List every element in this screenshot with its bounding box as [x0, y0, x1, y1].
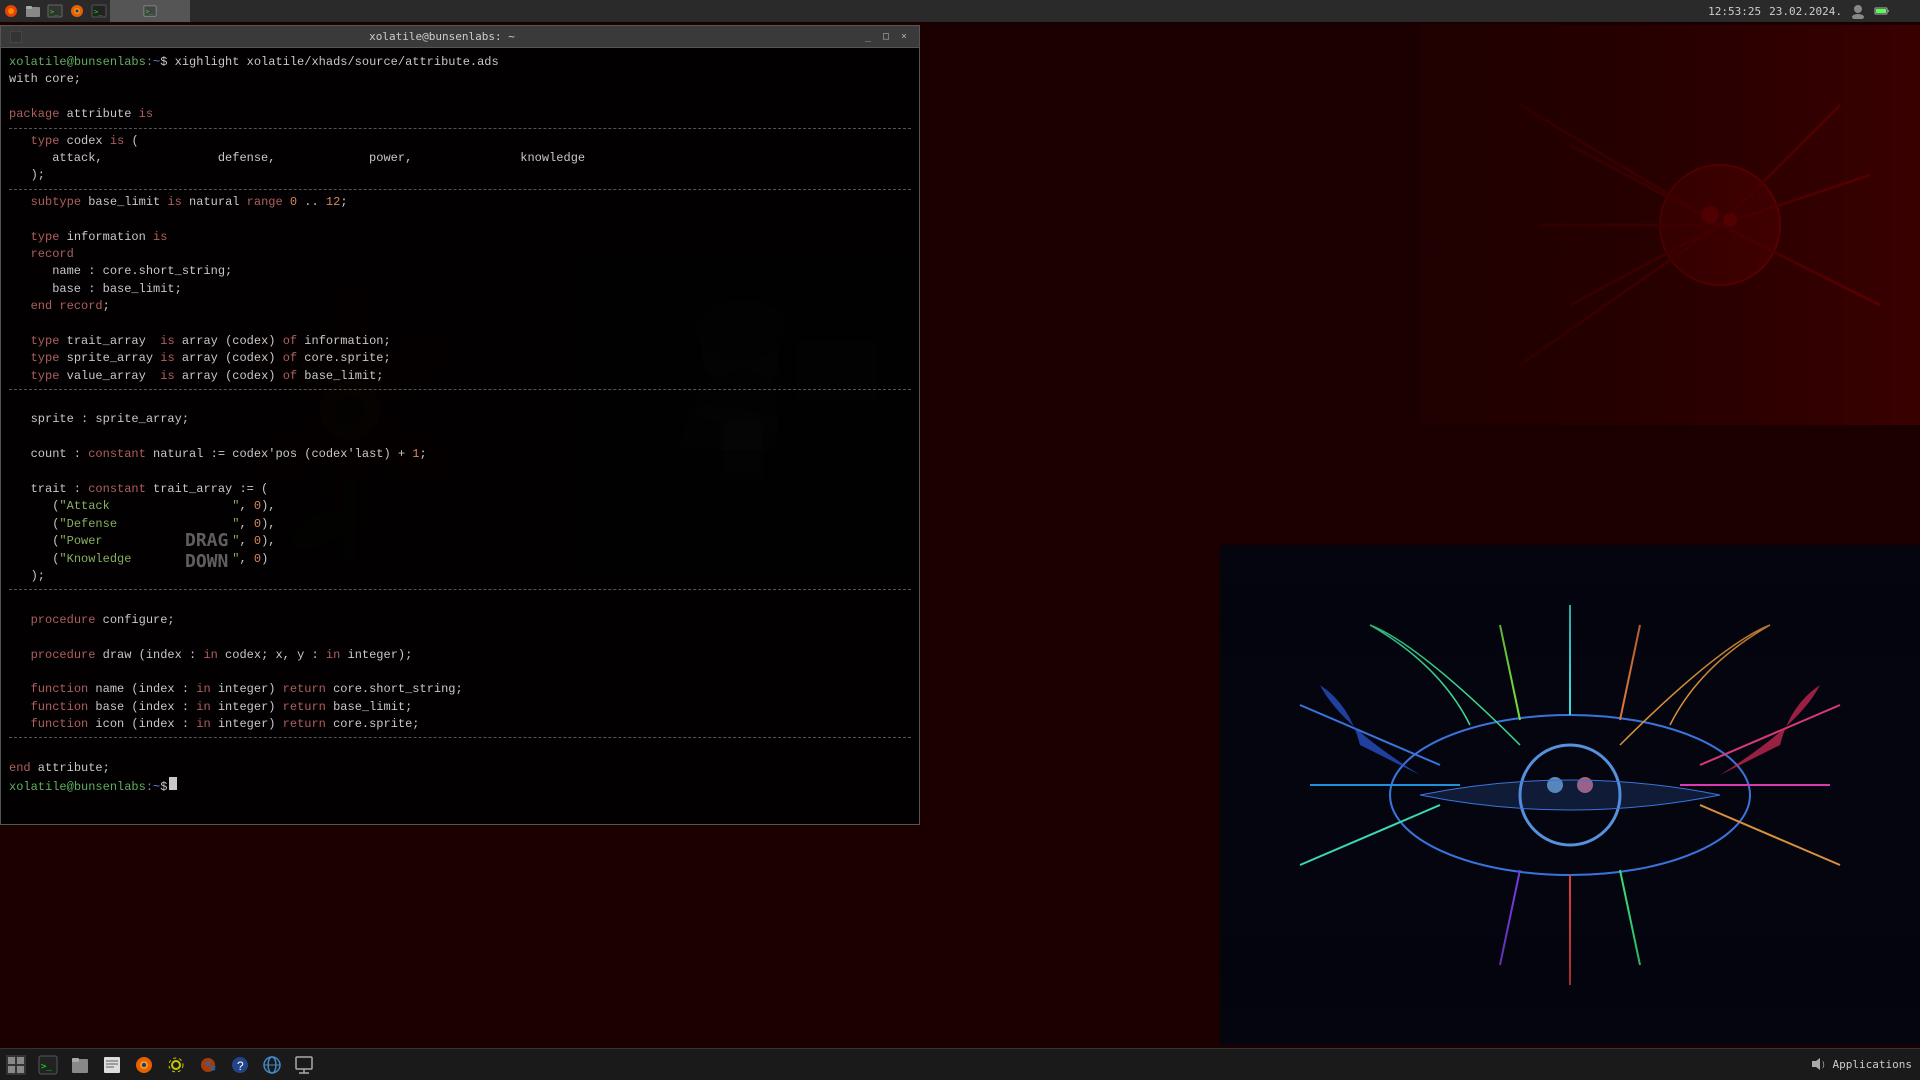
code-subtype: subtype base_limit is natural range 0 ..… — [9, 194, 911, 211]
code-function-name: function name (index : in integer) retur… — [9, 681, 911, 698]
svg-text:>_: >_ — [50, 8, 59, 16]
code-base-field: base : base_limit; — [9, 281, 911, 298]
code-procedure-draw: procedure draw (index : in codex; x, y :… — [9, 647, 911, 664]
code-function-base: function base (index : in integer) retur… — [9, 699, 911, 716]
separator1 — [9, 128, 911, 129]
active-terminal-button[interactable]: >_ — [110, 0, 190, 22]
with-line: with core; — [9, 71, 911, 88]
volume-icon[interactable]: ) — [1809, 1056, 1825, 1072]
code-power: ("Power ", 0), — [9, 533, 911, 550]
terminal-titlebar: xolatile@bunsenlabs: ~ _ □ × — [1, 26, 919, 48]
separator4 — [9, 589, 911, 590]
code-codex-values: attack, defense, power, knowledge — [9, 150, 911, 167]
empty-line5 — [9, 429, 911, 446]
empty-line2 — [9, 211, 911, 228]
code-trait-const: trait : constant trait_array := ( — [9, 481, 911, 498]
empty-line10 — [9, 742, 911, 759]
taskbar-top: >_ >_ >_ 12:53:25 23.02.2024. — [0, 0, 1920, 22]
empty-line3 — [9, 315, 911, 332]
terminal-body[interactable]: xolatile@bunsenlabs:~$ xighlight xolatil… — [1, 48, 919, 824]
empty-line6 — [9, 464, 911, 481]
code-procedure-configure: procedure configure; — [9, 612, 911, 629]
user-icon — [1850, 3, 1866, 19]
empty-line8 — [9, 629, 911, 646]
web-taskbar-icon[interactable] — [258, 1051, 286, 1079]
command-line: xolatile@bunsenlabs:~$ xighlight xolatil… — [9, 54, 911, 71]
code-type-info: type information is — [9, 229, 911, 246]
code-record-start: record — [9, 246, 911, 263]
terminal-icon-indicator — [9, 30, 23, 44]
terminal-icon[interactable]: >_ — [44, 0, 66, 22]
code-function-icon: function icon (index : in integer) retur… — [9, 716, 911, 733]
clock: 12:53:25 — [1708, 5, 1761, 18]
separator2 — [9, 189, 911, 190]
code-end-attribute: end attribute; — [9, 760, 911, 777]
terminal-control-buttons[interactable]: _ □ × — [861, 30, 911, 44]
code-knowledge: ("Knowledge ", 0) — [9, 551, 911, 568]
folder-icon[interactable] — [22, 0, 44, 22]
applications-label[interactable]: Applications — [1833, 1058, 1912, 1071]
bunsen-icon[interactable] — [0, 0, 22, 22]
empty-line4 — [9, 394, 911, 411]
bottom-right-area: ) Applications — [1809, 1048, 1912, 1080]
terminal-window: xolatile@bunsenlabs: ~ _ □ × xolatile@bu… — [0, 25, 920, 825]
empty-line7 — [9, 594, 911, 611]
code-sprite-var: sprite : sprite_array; — [9, 411, 911, 428]
date: 23.02.2024. — [1769, 5, 1842, 18]
code-count-const: count : constant natural := codex'pos (c… — [9, 446, 911, 463]
svg-text:): ) — [1821, 1060, 1825, 1069]
final-prompt: xolatile@bunsenlabs:~$ — [9, 777, 911, 796]
svg-text:>_: >_ — [41, 1062, 52, 1072]
clock-area: 12:53:25 23.02.2024. — [1708, 0, 1890, 22]
system-taskbar-icon[interactable] — [290, 1051, 318, 1079]
extras-taskbar-icon[interactable]: 🐾 — [194, 1051, 222, 1079]
dark-creature-background — [1420, 25, 1920, 425]
battery-icon — [1874, 3, 1890, 19]
taskbar-bottom: >_ 🐾 ? ) Applications — [0, 1048, 1920, 1080]
empty-line9 — [9, 664, 911, 681]
code-name-field: name : core.short_string; — [9, 263, 911, 280]
text-taskbar-icon[interactable] — [98, 1051, 126, 1079]
terminal-taskbar-icon[interactable]: >_ — [34, 1051, 62, 1079]
separator3 — [9, 389, 911, 390]
close-button[interactable]: × — [897, 30, 911, 44]
code-codex-close: ); — [9, 167, 911, 184]
code-attack: ("Attack ", 0), — [9, 498, 911, 515]
code-defense: ("Defense ", 0), — [9, 516, 911, 533]
settings-taskbar-icon[interactable] — [162, 1051, 190, 1079]
svg-text:>_: >_ — [94, 8, 103, 16]
separator5 — [9, 737, 911, 738]
code-trait-end: ); — [9, 568, 911, 585]
firefox-icon[interactable] — [66, 0, 88, 22]
cursor — [169, 777, 177, 790]
files-taskbar-icon[interactable] — [66, 1051, 94, 1079]
code-trait-array: type trait_array is array (codex) of inf… — [9, 333, 911, 350]
code-end-record: end record; — [9, 298, 911, 315]
code-type-codex: type codex is ( — [9, 133, 911, 150]
terminal-title: xolatile@bunsenlabs: ~ — [23, 30, 861, 43]
minimize-button[interactable]: _ — [861, 30, 875, 44]
maximize-button[interactable]: □ — [879, 30, 893, 44]
code-value-array: type value_array is array (codex) of bas… — [9, 368, 911, 385]
start-button[interactable] — [2, 1051, 30, 1079]
empty-line1 — [9, 89, 911, 106]
colorful-creature-background — [1220, 545, 1920, 1045]
firefox-taskbar-icon[interactable] — [130, 1051, 158, 1079]
svg-text:🐾: 🐾 — [204, 1060, 216, 1072]
svg-text:>_: >_ — [146, 9, 154, 16]
terminal-window-controls[interactable] — [9, 30, 23, 44]
terminal2-icon[interactable]: >_ — [88, 0, 110, 22]
code-sprite-array: type sprite_array is array (codex) of co… — [9, 350, 911, 367]
package-line: package attribute is — [9, 106, 911, 123]
svg-text:?: ? — [237, 1059, 244, 1073]
drag-down-label: DRAGDOWN — [185, 530, 228, 572]
prompt-user: xolatile — [9, 55, 67, 69]
help-taskbar-icon[interactable]: ? — [226, 1051, 254, 1079]
